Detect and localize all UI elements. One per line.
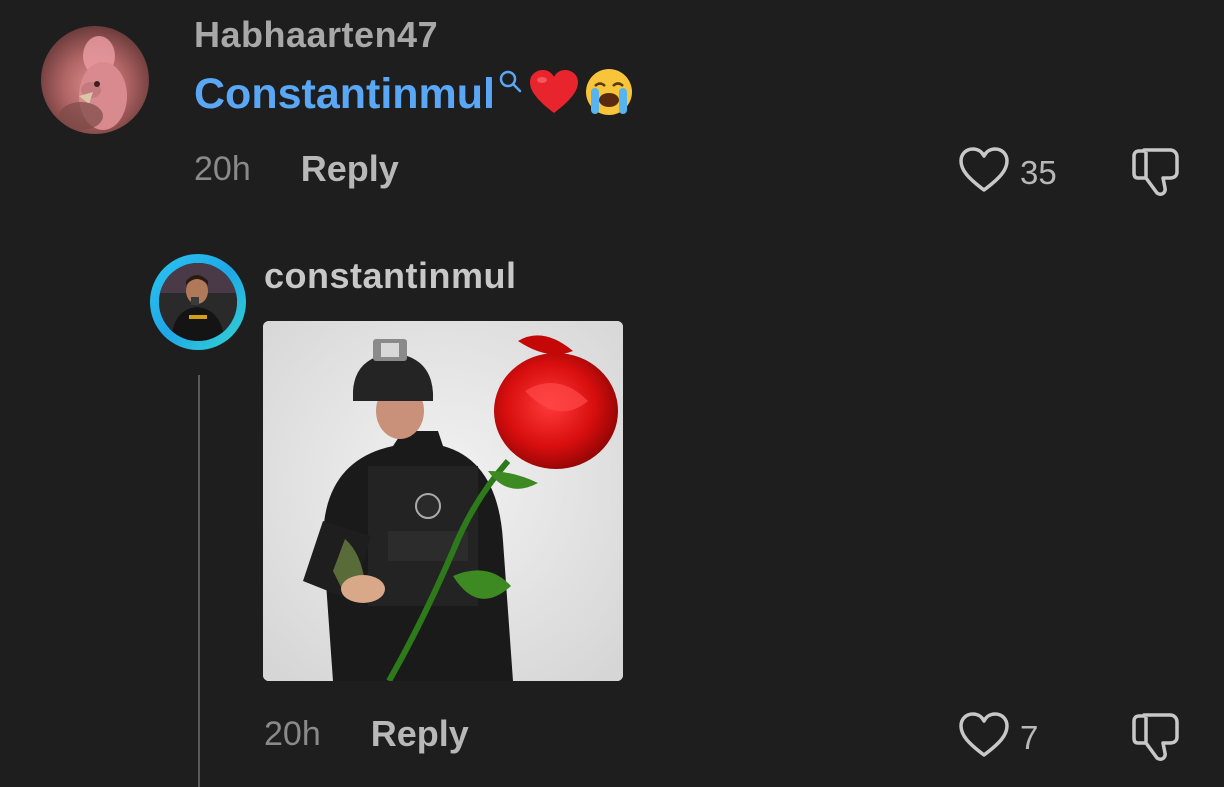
comment-text: Constantinmul	[194, 66, 635, 122]
comment-time: 20h	[194, 149, 251, 188]
reply-reply-button[interactable]: Reply	[371, 713, 469, 755]
mention-link[interactable]: Constantinmul	[194, 70, 495, 119]
heart-outline-icon[interactable]	[958, 146, 1010, 199]
reply-username[interactable]: constantinmul	[264, 255, 517, 297]
reply-meta: 20h Reply	[264, 713, 469, 755]
comment-meta: 20h Reply	[194, 148, 399, 190]
reply-like-button[interactable]: 7	[958, 711, 1038, 764]
comment-username[interactable]: Habhaarten47	[194, 14, 438, 56]
dislike-button[interactable]	[1130, 146, 1184, 203]
like-count: 35	[1020, 153, 1057, 191]
search-icon[interactable]	[497, 68, 523, 99]
thread-line	[198, 375, 200, 787]
avatar-constantinmul[interactable]	[150, 254, 246, 350]
reply-time: 20h	[264, 714, 321, 753]
like-button[interactable]: 35	[958, 146, 1057, 199]
avatar-habhaarten47[interactable]	[41, 26, 149, 134]
heart-outline-icon[interactable]	[958, 711, 1010, 764]
reply-dislike-button[interactable]	[1130, 711, 1184, 768]
avatar-photo	[159, 263, 237, 341]
reply-button[interactable]: Reply	[301, 148, 399, 190]
crying-face-emoji-icon	[583, 66, 635, 123]
red-heart-emoji-icon	[529, 69, 579, 120]
thumbs-down-icon[interactable]	[1130, 713, 1184, 767]
soldier-rose-image[interactable]	[263, 321, 623, 681]
comments-page: Habhaarten47 Constantinmul 20h Reply 35 …	[0, 0, 1224, 787]
reply-like-count: 7	[1020, 718, 1039, 756]
thumbs-down-icon[interactable]	[1130, 148, 1184, 202]
